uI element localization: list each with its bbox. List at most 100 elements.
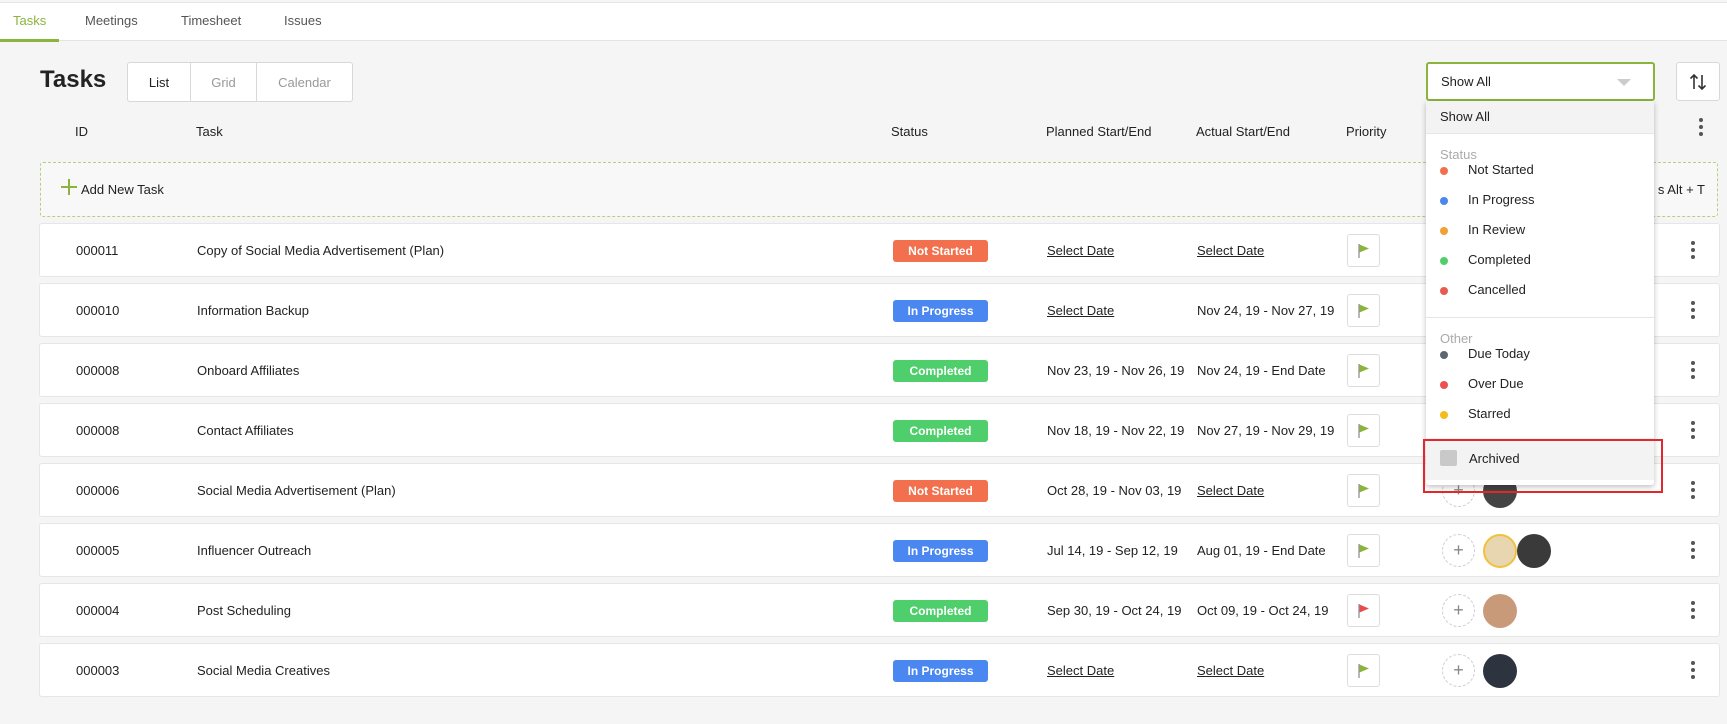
task-name[interactable]: Copy of Social Media Advertisement (Plan… [197, 243, 444, 258]
status-dot-icon [1440, 197, 1448, 205]
row-options-kebab-icon[interactable] [1691, 301, 1695, 319]
row-options-kebab-icon[interactable] [1691, 661, 1695, 679]
menu-item-label: In Review [1468, 222, 1526, 237]
menu-item-show-all[interactable]: Show All [1426, 101, 1654, 133]
status-badge[interactable]: Not Started [893, 480, 988, 502]
status-dot-icon [1440, 351, 1448, 359]
menu-item-in-progress[interactable]: In Progress [1426, 187, 1654, 213]
tab-issues[interactable]: Issues [284, 13, 322, 28]
menu-item-completed[interactable]: Completed [1426, 247, 1654, 273]
actual-date[interactable]: Nov 27, 19 - Nov 29, 19 [1197, 423, 1334, 438]
avatar[interactable] [1517, 534, 1551, 568]
menu-item-label: Not Started [1468, 162, 1534, 177]
add-assignee-button[interactable]: + [1442, 654, 1475, 687]
planned-date[interactable]: Select Date [1047, 243, 1114, 258]
view-grid-button[interactable]: Grid [190, 63, 256, 101]
priority-flag-button[interactable] [1347, 414, 1380, 447]
tab-timesheet[interactable]: Timesheet [181, 13, 241, 28]
avatar[interactable] [1483, 534, 1517, 568]
row-options-kebab-icon[interactable] [1691, 241, 1695, 259]
menu-item-label: Due Today [1468, 346, 1530, 361]
table-row[interactable]: 000004 Post Scheduling Completed Sep 30, 19… [39, 583, 1720, 637]
task-name[interactable]: Contact Affiliates [197, 423, 294, 438]
row-options-kebab-icon[interactable] [1691, 541, 1695, 559]
planned-date[interactable]: Nov 18, 19 - Nov 22, 19 [1047, 423, 1184, 438]
annotation-highlight-box [1423, 439, 1663, 493]
task-id: 000010 [76, 303, 120, 318]
task-id: 000003 [76, 663, 120, 678]
status-badge[interactable]: In Progress [893, 300, 988, 322]
filter-menu: Show All Status Not Started In Progress In… [1426, 101, 1654, 485]
actual-date[interactable]: Aug 01, 19 - End Date [1197, 543, 1326, 558]
priority-flag-button[interactable] [1347, 354, 1380, 387]
task-name[interactable]: Onboard Affiliates [197, 363, 299, 378]
task-name[interactable]: Information Backup [197, 303, 309, 318]
col-header-actual: Actual Start/End [1196, 124, 1290, 139]
status-badge[interactable]: In Progress [893, 540, 988, 562]
priority-flag-button[interactable] [1347, 474, 1380, 507]
add-assignee-button[interactable]: + [1442, 534, 1475, 567]
planned-date[interactable]: Nov 23, 19 - Nov 26, 19 [1047, 363, 1184, 378]
column-options-kebab-icon[interactable] [1699, 118, 1703, 136]
table-row[interactable]: 000005 Influencer Outreach In Progress Jul … [39, 523, 1720, 577]
row-options-kebab-icon[interactable] [1691, 361, 1695, 379]
menu-divider [1426, 317, 1654, 318]
flag-icon [1357, 363, 1369, 378]
menu-item-cancelled[interactable]: Cancelled [1426, 277, 1654, 303]
priority-flag-button[interactable] [1347, 234, 1380, 267]
menu-item-in-review[interactable]: In Review [1426, 217, 1654, 243]
priority-flag-button[interactable] [1347, 294, 1380, 327]
task-name[interactable]: Post Scheduling [197, 603, 291, 618]
col-header-planned: Planned Start/End [1046, 124, 1152, 139]
menu-item-over-due[interactable]: Over Due [1426, 371, 1654, 397]
col-header-task: Task [196, 124, 223, 139]
priority-flag-button[interactable] [1347, 534, 1380, 567]
filter-dropdown[interactable]: Show All [1426, 62, 1655, 101]
status-dot-icon [1440, 257, 1448, 265]
tab-tasks[interactable]: Tasks [13, 13, 46, 28]
page-title: Tasks [40, 66, 107, 93]
flag-icon [1357, 663, 1369, 678]
table-row[interactable]: 000003 Social Media Creatives In Progress S… [39, 643, 1720, 697]
planned-date[interactable]: Jul 14, 19 - Sep 12, 19 [1047, 543, 1178, 558]
view-calendar-button[interactable]: Calendar [256, 63, 352, 101]
actual-date[interactable]: Nov 24, 19 - End Date [1197, 363, 1326, 378]
menu-item-not-started[interactable]: Not Started [1426, 157, 1654, 183]
task-name[interactable]: Social Media Advertisement (Plan) [197, 483, 396, 498]
status-badge[interactable]: Completed [893, 600, 988, 622]
planned-date[interactable]: Sep 30, 19 - Oct 24, 19 [1047, 603, 1181, 618]
actual-date[interactable]: Select Date [1197, 483, 1264, 498]
actual-date[interactable]: Select Date [1197, 243, 1264, 258]
planned-date[interactable]: Select Date [1047, 663, 1114, 678]
menu-divider [1426, 133, 1654, 134]
task-name[interactable]: Social Media Creatives [197, 663, 330, 678]
status-badge[interactable]: Completed [893, 420, 988, 442]
row-options-kebab-icon[interactable] [1691, 421, 1695, 439]
status-badge[interactable]: In Progress [893, 660, 988, 682]
actual-date[interactable]: Select Date [1197, 663, 1264, 678]
view-list-button[interactable]: List [128, 63, 190, 101]
avatar[interactable] [1483, 594, 1517, 628]
planned-date[interactable]: Oct 28, 19 - Nov 03, 19 [1047, 483, 1181, 498]
priority-flag-button[interactable] [1347, 654, 1380, 687]
tab-meetings[interactable]: Meetings [85, 13, 138, 28]
task-id: 000006 [76, 483, 120, 498]
sort-button[interactable] [1676, 62, 1720, 101]
actual-date[interactable]: Oct 09, 19 - Oct 24, 19 [1197, 603, 1329, 618]
task-name[interactable]: Influencer Outreach [197, 543, 311, 558]
sort-icon [1689, 73, 1707, 90]
priority-flag-button[interactable] [1347, 594, 1380, 627]
col-header-priority: Priority [1346, 124, 1387, 139]
row-options-kebab-icon[interactable] [1691, 481, 1695, 499]
row-options-kebab-icon[interactable] [1691, 601, 1695, 619]
menu-item-due-today[interactable]: Due Today [1426, 341, 1654, 367]
status-dot-icon [1440, 381, 1448, 389]
avatar[interactable] [1483, 654, 1517, 688]
planned-date[interactable]: Select Date [1047, 303, 1114, 318]
actual-date[interactable]: Nov 24, 19 - Nov 27, 19 [1197, 303, 1334, 318]
flag-icon [1357, 243, 1369, 258]
status-badge[interactable]: Not Started [893, 240, 988, 262]
add-assignee-button[interactable]: + [1442, 594, 1475, 627]
menu-item-starred[interactable]: Starred [1426, 401, 1654, 427]
status-badge[interactable]: Completed [893, 360, 988, 382]
